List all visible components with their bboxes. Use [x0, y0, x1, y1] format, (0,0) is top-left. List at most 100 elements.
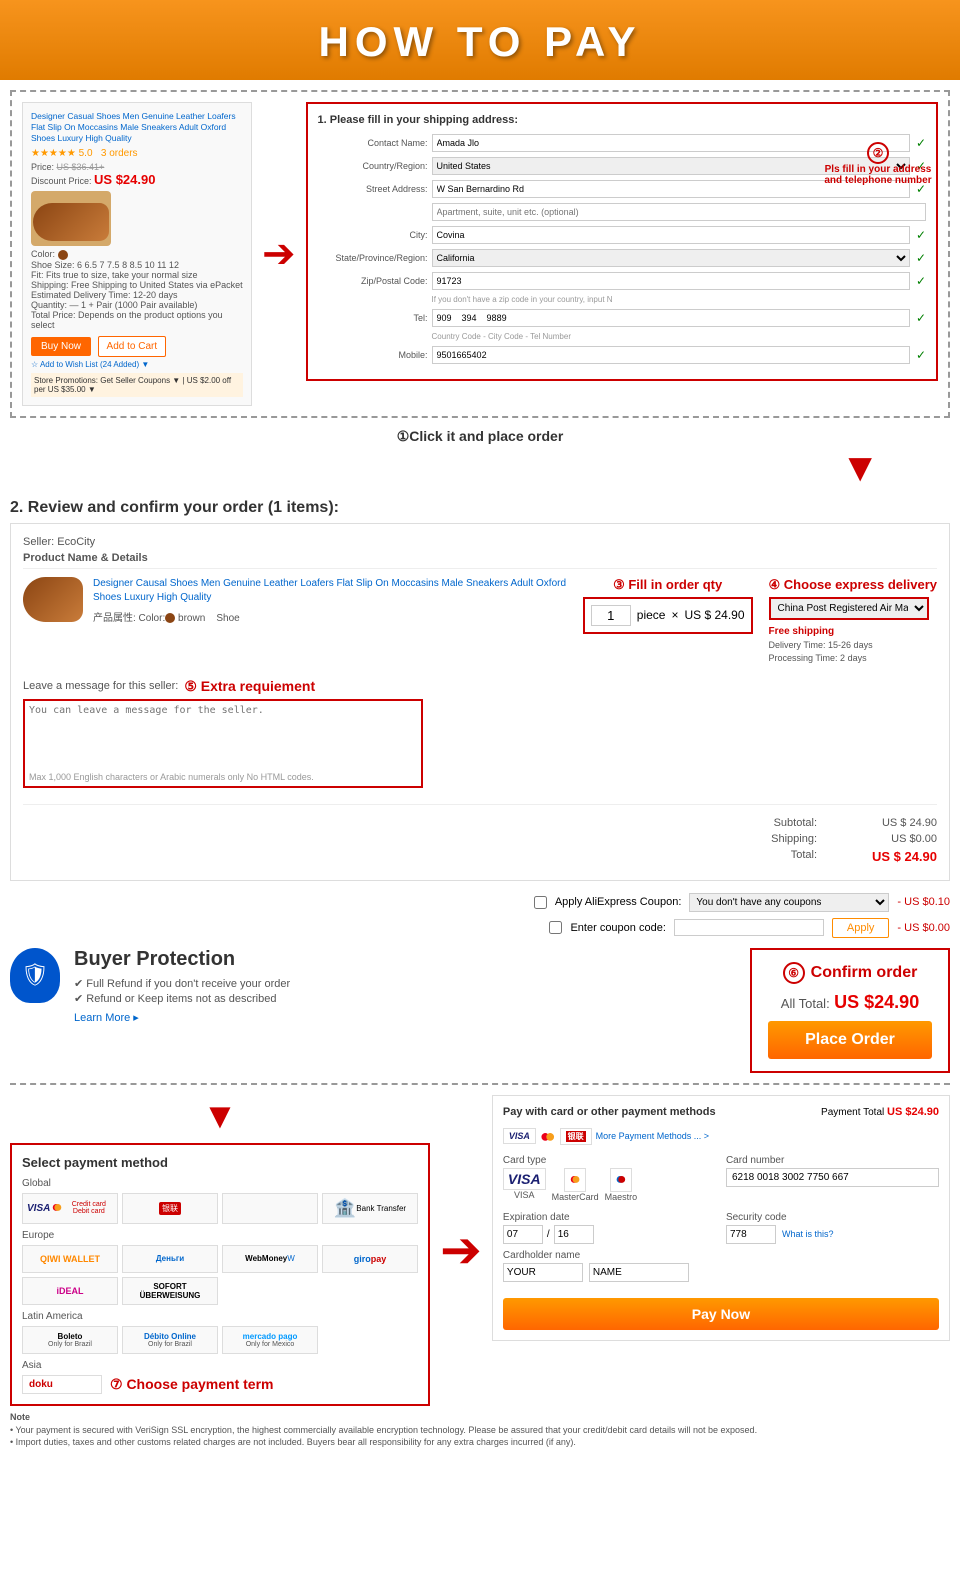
coupon-code-checkbox[interactable] — [549, 921, 562, 934]
buyer-point1: ✔ Full Refund if you don't receive your … — [74, 977, 290, 990]
mercado-item[interactable]: mercado pago Only for Mexico — [222, 1326, 318, 1354]
card-number-label: Card number — [726, 1155, 939, 1166]
security-code-input[interactable] — [726, 1225, 776, 1244]
all-total-amount: US $24.90 — [834, 992, 919, 1012]
section3-payment: ▼ Select payment method Global VISA ● ● … — [10, 1095, 950, 1406]
shield-icon: 🛡 — [21, 962, 49, 988]
security-link[interactable]: What is this? — [782, 1229, 834, 1239]
add-to-cart-button[interactable]: Add to Cart — [98, 336, 167, 357]
arrow-down-container: ▼ — [0, 446, 960, 491]
place-order-button[interactable]: Place Order — [768, 1021, 932, 1059]
qiwi-item[interactable]: QIWI WALLET — [22, 1245, 118, 1273]
cardholder-col: Cardholder name — [503, 1250, 939, 1282]
ideal-item[interactable]: iDEAL — [22, 1277, 118, 1305]
subtotal-label: Subtotal: — [757, 817, 817, 829]
form-row-state: State/Province/Region: California ✓ — [318, 249, 926, 267]
giropay-item[interactable]: giropay — [322, 1245, 418, 1273]
price-current: US $24.90 — [94, 172, 155, 187]
apply-button[interactable]: Apply — [832, 918, 890, 938]
payment-left-container: ▼ Select payment method Global VISA ● ● … — [10, 1095, 430, 1406]
unionpay-item[interactable]: 银联 — [122, 1193, 218, 1224]
form-row-city: City: ✓ — [318, 226, 926, 244]
card-type-maestro: ●● Maestro — [605, 1168, 638, 1202]
bank-transfer-item[interactable]: 🏦 Bank Transfer — [322, 1193, 418, 1224]
coupon-select[interactable]: You don't have any coupons — [689, 893, 889, 912]
qty-unit: piece — [637, 608, 666, 622]
card-number-col: Card number — [726, 1155, 939, 1206]
global-label: Global — [22, 1178, 418, 1189]
choose-payment-label: ⑦ Choose payment term — [110, 1376, 273, 1393]
section3-divider — [10, 1083, 950, 1095]
check-icon-state: ✓ — [916, 251, 926, 265]
dengi-item[interactable]: Деньги — [122, 1245, 218, 1273]
total-value: US $ 24.90 — [857, 849, 937, 864]
cardholder-last-input[interactable] — [589, 1263, 689, 1282]
subtotal-value: US $ 24.90 — [857, 817, 937, 829]
buyer-text: Buyer Protection ✔ Full Refund if you do… — [74, 948, 290, 1024]
check-icon-zip: ✓ — [916, 274, 926, 288]
extra-label-row: Leave a message for this seller: ⑤ Extra… — [23, 678, 937, 695]
payment-left: Select payment method Global VISA ● ● Cr… — [10, 1143, 430, 1406]
buy-now-button[interactable]: Buy Now — [31, 337, 91, 356]
payment-right: Pay with card or other payment methods P… — [492, 1095, 950, 1341]
message-textarea[interactable] — [29, 705, 417, 765]
street2-input[interactable] — [432, 203, 926, 221]
visa-mc-item[interactable]: VISA ● ● Credit card Debit card — [22, 1193, 118, 1224]
state-select[interactable]: California — [432, 249, 910, 267]
cardholder-first-input[interactable] — [503, 1263, 583, 1282]
payment-total-amount: US $24.90 — [887, 1106, 939, 1118]
qty-section: ③ Fill in order qty piece × US $ 24.90 — [583, 577, 753, 634]
check-icon-mobile: ✓ — [916, 348, 926, 362]
exp-month-input[interactable] — [503, 1225, 543, 1244]
latin-payment-grid: Boleto Only for Brazil Débito Online Onl… — [22, 1326, 418, 1354]
card-types: VISA VISA ●● MasterCard ●● Maestro — [503, 1168, 716, 1202]
sofort-item[interactable]: SOFORT ÜBERWEISUNG — [122, 1277, 218, 1305]
security-label: Security code — [726, 1212, 939, 1223]
pay-now-button[interactable]: Pay Now — [503, 1298, 939, 1330]
card-type-label: Card type — [503, 1155, 716, 1166]
coupon-checkbox[interactable] — [534, 896, 547, 909]
arrow-down-icon: ▼ — [840, 446, 880, 490]
card-number-input[interactable] — [726, 1168, 939, 1187]
confirm-label-num: ⑥ Confirm order — [768, 962, 932, 984]
zip-input[interactable] — [432, 272, 910, 290]
card-type-visa: VISA VISA — [503, 1168, 546, 1202]
qty-box: piece × US $ 24.90 — [583, 597, 753, 634]
wishlist-link[interactable]: ☆ Add to Wish List (24 Added) ▼ — [31, 360, 243, 369]
delivery-section: ④ Choose express delivery China Post Reg… — [769, 577, 937, 666]
exp-year-input[interactable] — [554, 1225, 594, 1244]
order-product-props: 产品属性: Color: brown Shoe — [93, 609, 567, 624]
product-title: Designer Casual Shoes Men Genuine Leathe… — [31, 111, 243, 144]
payment-total-label: Payment Total — [821, 1107, 884, 1118]
cardholder-label: Cardholder name — [503, 1250, 939, 1261]
delivery-select[interactable]: China Post Registered Air Mail — [769, 597, 929, 620]
debito-item[interactable]: Débito Online Only for Brazil — [122, 1326, 218, 1354]
product-screenshot: Designer Casual Shoes Men Genuine Leathe… — [22, 102, 252, 406]
page-title: HOW TO PAY — [0, 18, 960, 66]
header-banner: HOW TO PAY — [0, 0, 960, 80]
shipping-row: Shipping: US $0.00 — [23, 833, 937, 845]
city-input[interactable] — [432, 226, 910, 244]
webmoney-item[interactable]: WebMoney W — [222, 1245, 318, 1273]
extra-req-section: Leave a message for this seller: ⑤ Extra… — [23, 678, 937, 788]
product-buttons: Buy Now Add to Cart — [31, 336, 243, 357]
qty-label: ③ Fill in order qty — [613, 577, 722, 593]
doku-item[interactable]: doku — [22, 1375, 102, 1394]
coupon-code-input[interactable] — [674, 919, 824, 936]
mobile-input[interactable] — [432, 346, 910, 364]
order-product-name: Designer Causal Shoes Men Genuine Leathe… — [93, 577, 567, 605]
boleto-item[interactable]: Boleto Only for Brazil — [22, 1326, 118, 1354]
check-icon-city: ✓ — [916, 228, 926, 242]
all-total-line: All Total: US $24.90 — [768, 992, 932, 1013]
delivery-label: ④ Choose express delivery — [769, 577, 937, 593]
arrow-right-icon: ➔ — [262, 231, 296, 277]
qty-input[interactable] — [591, 605, 631, 626]
note-item-1: • Your payment is secured with VeriSign … — [10, 1425, 950, 1435]
form-row-mobile: Mobile: ✓ — [318, 346, 926, 364]
tel-input[interactable] — [432, 309, 910, 327]
form-row-street2 — [318, 203, 926, 221]
form-row-tel-note: If you don't have a zip code in your cou… — [318, 295, 926, 304]
learn-more-link[interactable]: Learn More ▸ — [74, 1011, 290, 1024]
more-methods-link[interactable]: More Payment Methods ... > — [596, 1131, 709, 1141]
extra-req-note: ⑤ Extra requiement — [184, 678, 315, 695]
